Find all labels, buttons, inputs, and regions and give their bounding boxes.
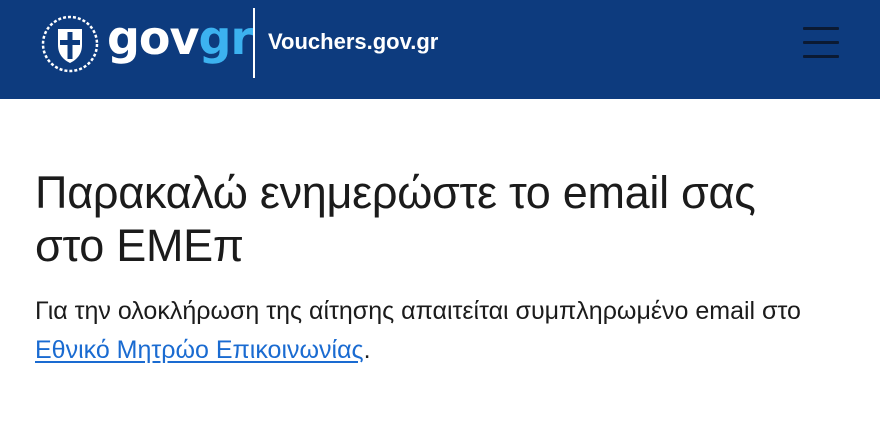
menu-bar xyxy=(803,55,839,58)
intro-paragraph: Για την ολοκλήρωση της αίτησης απαιτείτα… xyxy=(35,292,835,370)
page-title: Παρακαλώ ενημερώστε το email σας στο ΕΜΕ… xyxy=(35,167,756,271)
intro-period: . xyxy=(363,336,371,364)
hamburger-menu-icon[interactable] xyxy=(797,22,845,62)
site-title-link[interactable]: Vouchers.gov.gr xyxy=(268,27,438,57)
menu-bar xyxy=(803,27,839,30)
logo-part-gr: gr xyxy=(198,11,254,65)
main-content: Παρακαλώ ενημερώστε το email σας στο ΕΜΕ… xyxy=(35,166,835,370)
site-header: govgr Vouchers.gov.gr xyxy=(0,0,880,99)
menu-bar xyxy=(803,41,839,44)
greek-coat-of-arms-icon[interactable] xyxy=(41,15,99,73)
header-divider xyxy=(253,8,255,78)
logo-part-gov: gov xyxy=(107,11,200,65)
intro-text: Για την ολοκλήρωση της αίτησης απαιτείτα… xyxy=(35,297,801,325)
govgr-logo[interactable]: govgr xyxy=(107,8,254,68)
national-contact-registry-link[interactable]: Εθνικό Μητρώο Επικοινωνίας xyxy=(35,336,364,364)
